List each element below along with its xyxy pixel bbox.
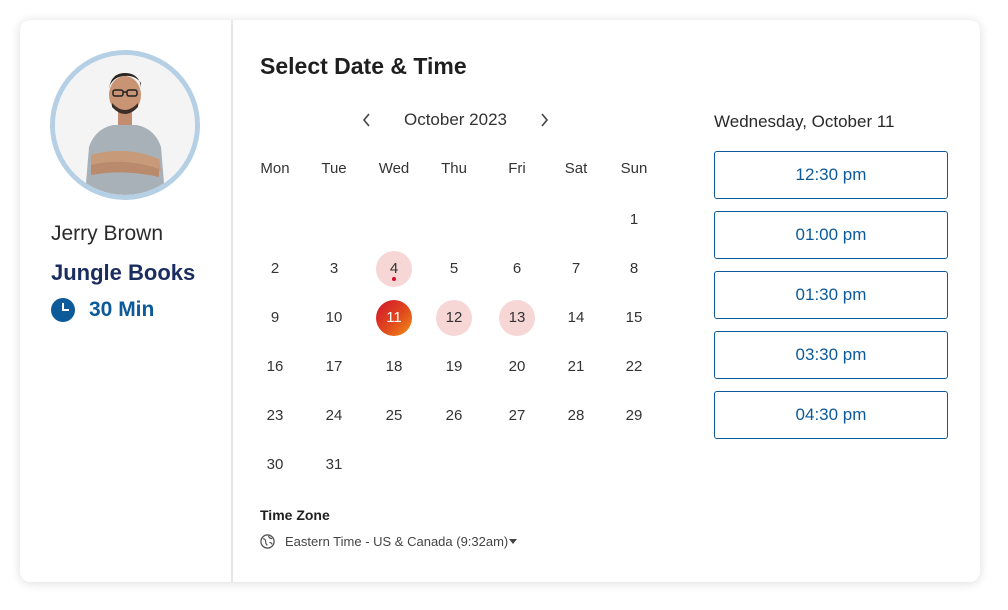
calendar-day-2: 2 — [270, 260, 280, 277]
calendar-day-22: 22 — [625, 358, 643, 375]
weekday-tue: Tue — [321, 160, 347, 177]
event-name: Jungle Books — [51, 260, 196, 285]
month-navigation: October 2023 — [358, 108, 554, 134]
calendar-day-16: 16 — [266, 358, 284, 375]
weekday-fri: Fri — [508, 160, 526, 177]
time-slot-button[interactable]: 03:30 pm — [714, 331, 948, 379]
person-illustration — [55, 55, 195, 195]
time-slot-button[interactable]: 04:30 pm — [714, 391, 948, 439]
calendar-day-21: 21 — [567, 358, 585, 375]
avatar-photo — [55, 55, 195, 195]
calendar-day-1: 1 — [629, 211, 639, 228]
calendar-day-13[interactable]: 13 — [499, 300, 535, 336]
chevron-left-icon[interactable] — [358, 110, 376, 130]
time-slot-button[interactable]: 12:30 pm — [714, 151, 948, 199]
calendar-day-3: 3 — [329, 260, 339, 277]
calendar-day-11[interactable]: 11 — [376, 300, 412, 336]
weekday-mon: Mon — [260, 160, 290, 177]
calendar-day-10: 10 — [325, 309, 343, 326]
calendar-day-4[interactable]: 4 — [376, 251, 412, 287]
calendar-day-27: 27 — [508, 407, 526, 424]
time-slot-button[interactable]: 01:00 pm — [714, 211, 948, 259]
calendar-day-20: 20 — [508, 358, 526, 375]
timezone-select[interactable]: Eastern Time - US & Canada (9:32am) — [260, 534, 518, 549]
calendar-day-25: 25 — [385, 407, 403, 424]
host-name: Jerry Brown — [51, 222, 164, 245]
month-label: October 2023 — [403, 110, 507, 129]
calendar-day-12[interactable]: 12 — [436, 300, 472, 336]
calendar-day-29: 29 — [625, 407, 643, 424]
calendar-day-8: 8 — [629, 260, 639, 277]
globe-icon — [260, 534, 275, 549]
time-slot-button[interactable]: 01:30 pm — [714, 271, 948, 319]
host-panel: Jerry Brown Jungle Books 30 Min — [20, 20, 233, 582]
chevron-right-icon[interactable] — [535, 110, 553, 130]
timezone-label: Time Zone — [260, 507, 330, 523]
timezone-value: Eastern Time - US & Canada (9:32am) — [285, 534, 509, 549]
calendar-day-23: 23 — [266, 407, 284, 424]
page-title: Select Date & Time — [260, 53, 467, 79]
calendar-day-15: 15 — [625, 309, 643, 326]
calendar-day-24: 24 — [325, 407, 343, 424]
today-indicator — [392, 277, 396, 281]
calendar-day-14: 14 — [567, 309, 585, 326]
duration-row: 30 Min — [51, 297, 154, 323]
avatar — [50, 50, 200, 200]
calendar-day-7: 7 — [571, 260, 581, 277]
weekday-sat: Sat — [564, 160, 588, 177]
calendar-day-19: 19 — [445, 358, 463, 375]
calendar-day-18: 18 — [385, 358, 403, 375]
weekday-sun: Sun — [620, 160, 648, 177]
weekday-wed: Wed — [378, 160, 410, 177]
calendar-day-31: 31 — [325, 456, 343, 473]
selected-date-heading: Wednesday, October 11 — [714, 112, 895, 131]
booking-card: Jerry Brown Jungle Books 30 Min Select D… — [20, 20, 980, 582]
weekday-thu: Thu — [441, 160, 467, 177]
calendar-day-26: 26 — [445, 407, 463, 424]
clock-icon — [51, 298, 75, 322]
caret-down-icon — [509, 539, 518, 544]
calendar-day-5: 5 — [449, 260, 459, 277]
calendar-day-17: 17 — [325, 358, 343, 375]
calendar-day-28: 28 — [567, 407, 585, 424]
duration-label: 30 Min — [89, 298, 155, 321]
calendar-day-6: 6 — [512, 260, 522, 277]
calendar-day-9: 9 — [270, 309, 280, 326]
calendar-day-30: 30 — [266, 456, 284, 473]
